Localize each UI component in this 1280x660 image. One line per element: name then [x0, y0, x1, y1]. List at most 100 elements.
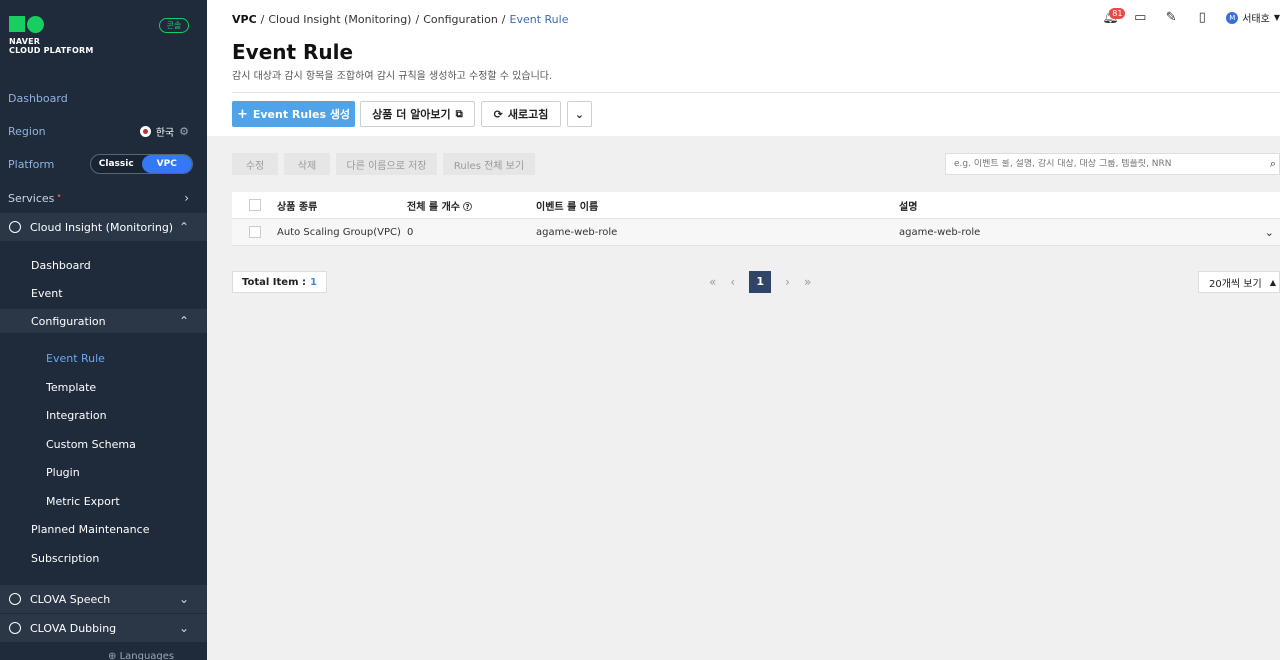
sidebar-platform: Platform Classic VPC — [0, 154, 207, 174]
category-clova-speech[interactable]: CLOVA Speech ⌄ — [0, 585, 207, 613]
sidebar-item-label: Plugin — [46, 465, 80, 479]
languages-label: Languages — [119, 651, 175, 660]
col-name[interactable]: 이벤트 룰 이름 — [536, 198, 899, 213]
naver-cloud-logo[interactable]: NAVER CLOUD PLATFORM — [9, 16, 94, 55]
table-row[interactable]: Auto Scaling Group(VPC) 0 agame-web-role… — [232, 219, 1280, 246]
save-as-button[interactable]: 다른 이름으로 저장 — [336, 153, 437, 175]
sidebar-region: Region 한국 ⚙ — [0, 123, 207, 139]
sidebar-item-label: Event — [31, 286, 63, 300]
sidebar-item-label: Integration — [46, 408, 107, 422]
languages-selector[interactable]: ⊕ Languages — [108, 651, 174, 660]
edit-button[interactable]: 수정 — [232, 153, 278, 175]
page-current[interactable]: 1 — [749, 271, 772, 293]
breadcrumb-vpc[interactable]: VPC — [232, 13, 257, 26]
sidebar-item-dashboard[interactable]: Dashboard — [0, 257, 207, 273]
chevron-up-icon: ⌃ — [178, 314, 189, 328]
row-checkbox[interactable] — [249, 226, 261, 238]
cell-count: 0 — [407, 226, 414, 238]
logo-line1: NAVER — [9, 37, 41, 46]
refresh-button[interactable]: ⟳ 새로고침 — [481, 101, 561, 127]
sidebar-item-plugin[interactable]: Plugin — [0, 464, 207, 480]
sidebar-item-label: Subscription — [31, 551, 100, 565]
prev-page-icon[interactable]: ‹ — [730, 275, 735, 289]
col-count-label: 전체 룰 개수 — [407, 201, 460, 213]
plus-icon: + — [236, 106, 248, 122]
refresh-label: 새로고침 — [507, 108, 549, 121]
sidebar-dashboard[interactable]: Dashboard — [0, 90, 207, 106]
sidebar-item-integration[interactable]: Integration — [0, 407, 207, 423]
cell-description: agame-web-role — [899, 226, 981, 238]
services-label: Services — [8, 191, 55, 205]
clova-dubbing-icon — [9, 622, 21, 634]
header-divider — [232, 92, 1280, 93]
chat-icon[interactable]: ▭ — [1133, 10, 1147, 25]
avatar: M — [1226, 11, 1239, 24]
sidebar-dashboard-label: Dashboard — [8, 91, 68, 105]
next-page-icon[interactable]: › — [785, 275, 790, 289]
gear-icon[interactable]: ⚙ — [179, 125, 189, 138]
sidebar-item-template[interactable]: Template — [0, 379, 207, 395]
sidebar-item-event-rule[interactable]: Event Rule — [0, 350, 207, 366]
breadcrumb-configuration[interactable]: Configuration — [423, 13, 498, 26]
category-label: Cloud Insight (Monitoring) — [30, 220, 174, 234]
more-actions-button[interactable]: ⌄ — [567, 101, 592, 127]
help-icon[interactable]: ? — [462, 202, 472, 211]
chevron-right-icon: › — [184, 191, 189, 205]
select-all-checkbox[interactable] — [249, 199, 261, 211]
col-product[interactable]: 상품 종류 — [277, 198, 407, 213]
chevron-down-icon: ⌄ — [178, 621, 189, 635]
sidebar-item-subscription[interactable]: Subscription — [0, 550, 207, 566]
memo-icon[interactable]: ✎ — [1164, 10, 1178, 25]
breadcrumb-cloud-insight[interactable]: Cloud Insight (Monitoring) — [268, 13, 411, 26]
platform-toggle[interactable]: Classic VPC — [90, 154, 193, 174]
sidebar-item-label: Event Rule — [46, 351, 105, 365]
caret-down-icon: ▼ — [1273, 13, 1280, 22]
sidebar-item-label: Template — [46, 380, 97, 394]
platform-classic[interactable]: Classic — [91, 155, 142, 173]
search-input[interactable] — [954, 159, 1264, 169]
sidebar-item-configuration[interactable]: Configuration ⌃ — [0, 309, 207, 333]
first-page-icon[interactable]: « — [709, 275, 716, 289]
create-label: Event Rules 생성 — [252, 108, 351, 121]
category-clova-dubbing[interactable]: CLOVA Dubbing ⌄ — [0, 614, 207, 642]
sidebar-item-custom-schema[interactable]: Custom Schema — [0, 436, 207, 452]
breadcrumb-event-rule: Event Rule — [509, 13, 569, 26]
platform-label: Platform — [8, 157, 55, 171]
external-link-icon: ⧉ — [455, 108, 463, 120]
chevron-down-icon: ⌄ — [178, 592, 189, 606]
learn-more-button[interactable]: 상품 더 알아보기 ⧉ — [360, 101, 475, 127]
user-menu[interactable]: M 서태호 ▼ — [1226, 10, 1280, 25]
pagination: « ‹ 1 › » — [709, 271, 811, 293]
sidebar-item-planned-maintenance[interactable]: Planned Maintenance — [0, 521, 207, 537]
sidebar-item-event[interactable]: Event — [0, 285, 207, 301]
delete-button[interactable]: 삭제 — [284, 153, 330, 175]
expand-row-icon[interactable]: ⌄ — [1265, 226, 1274, 239]
korea-flag-icon — [139, 125, 151, 137]
view-all-rules-button[interactable]: Rules 전체 보기 — [443, 153, 535, 175]
book-icon[interactable]: ▯ — [1195, 10, 1209, 25]
col-count[interactable]: 전체 룰 개수? — [407, 198, 536, 213]
user-name: 서태호 — [1242, 14, 1270, 25]
bell-icon[interactable]: 🔔︎81 — [1102, 7, 1126, 25]
create-event-rules-button[interactable]: + Event Rules 생성 — [232, 101, 355, 127]
main-area: VPC / Cloud Insight (Monitoring) / Configu… — [207, 0, 1280, 660]
per-page-select[interactable]: 20개씩 보기 ▲ — [1198, 271, 1280, 293]
console-badge[interactable]: 콘솔 — [159, 18, 189, 33]
sidebar-item-label: Custom Schema — [46, 437, 136, 451]
cell-name: agame-web-role — [536, 226, 618, 238]
category-cloud-insight[interactable]: Cloud Insight (Monitoring) ⌃ — [0, 213, 207, 241]
platform-vpc[interactable]: VPC — [141, 155, 192, 173]
sidebar-item-metric-export[interactable]: Metric Export — [0, 493, 207, 509]
sidebar: NAVER CLOUD PLATFORM 콘솔 Dashboard Region … — [0, 0, 207, 660]
sidebar-services[interactable]: Services • › — [0, 189, 207, 207]
sidebar-item-label: Planned Maintenance — [31, 522, 150, 536]
refresh-icon: ⟳ — [493, 107, 503, 121]
col-description[interactable]: 설명 — [899, 198, 1254, 213]
cloud-insight-icon — [9, 221, 21, 233]
last-page-icon[interactable]: » — [804, 275, 811, 289]
region-selector[interactable]: 한국 ⚙ — [139, 124, 189, 139]
logo-line2: CLOUD PLATFORM — [9, 46, 94, 55]
breadcrumb: VPC / Cloud Insight (Monitoring) / Configu… — [232, 13, 569, 26]
search-icon[interactable]: ⌕ — [1270, 157, 1276, 171]
search-box: ⌕ — [945, 153, 1280, 175]
